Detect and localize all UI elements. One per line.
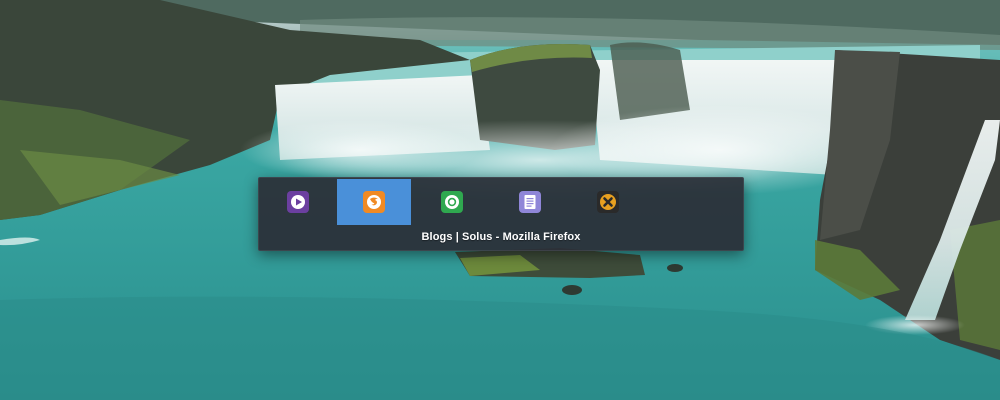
chrome-icon (441, 191, 463, 213)
document-icon (519, 191, 541, 213)
switcher-items (259, 178, 743, 226)
play-circle-icon (287, 191, 309, 213)
switcher-item-media-player[interactable] (261, 179, 335, 225)
active-window-title: Blogs | Solus - Mozilla Firefox (421, 231, 581, 243)
switcher-item-utility[interactable] (571, 179, 645, 225)
x-close-icon (597, 191, 619, 213)
window-switcher: Blogs | Solus - Mozilla Firefox (258, 177, 744, 251)
firefox-icon (363, 191, 385, 213)
switcher-item-text-editor[interactable] (493, 179, 567, 225)
switcher-item-chrome[interactable] (415, 179, 489, 225)
switcher-item-firefox[interactable] (337, 179, 411, 225)
